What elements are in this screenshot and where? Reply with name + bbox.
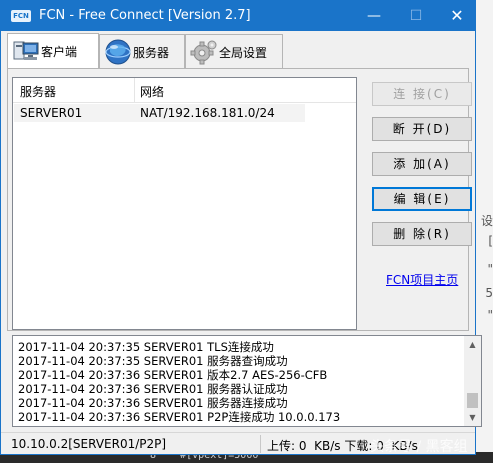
app-icon: FCN	[11, 10, 31, 22]
background-char: "	[487, 262, 493, 276]
column-header-server[interactable]: 服务器	[20, 83, 56, 100]
window-title: FCN - Free Connect [Version 2.7]	[39, 8, 251, 23]
scroll-up-arrow-icon[interactable]: ▲	[464, 336, 481, 353]
tab-label: 客户端	[41, 45, 78, 59]
server-name-cell: SERVER01	[20, 106, 83, 120]
tab-client[interactable]: 客户端	[7, 33, 99, 69]
table-row[interactable]: SERVER01 NAT/192.168.181.0/24	[14, 104, 305, 122]
connection-status: 10.10.0.2[SERVER01/P2P]	[11, 437, 167, 451]
connect-button[interactable]: 连 接(C)	[372, 82, 472, 106]
disconnect-button[interactable]: 断 开(D)	[372, 117, 472, 141]
server-list-header: 服务器 网络	[13, 78, 356, 103]
background-char: 设	[480, 214, 493, 228]
client-computer-icon	[13, 41, 39, 60]
delete-button[interactable]: 删 除(R)	[372, 222, 472, 246]
background-char: 5	[485, 286, 493, 300]
fcn-window: FCN FCN - Free Connect [Version 2.7] — ☐…	[0, 0, 482, 455]
maximize-button[interactable]: ☐	[396, 1, 436, 31]
server-list[interactable]: 服务器 网络 SERVER01 NAT/192.168.181.0/24	[12, 77, 357, 330]
title-bar[interactable]: FCN FCN - Free Connect [Version 2.7] — ☐…	[1, 1, 475, 31]
tab-global-settings[interactable]: 全局设置	[185, 34, 283, 68]
background-char: "	[487, 308, 493, 322]
log-output[interactable]: 2017-11-04 20:37:35 SERVER01 TLS连接成功 201…	[12, 335, 482, 427]
scroll-thumb[interactable]	[467, 393, 478, 408]
log-scrollbar[interactable]: ▲ ▼	[464, 336, 481, 426]
project-homepage-link[interactable]: FCN项目主页	[386, 271, 458, 288]
minimize-button[interactable]: —	[354, 1, 394, 31]
tab-label: 全局设置	[219, 46, 268, 60]
server-globe-icon	[105, 39, 131, 65]
settings-gear-icon	[190, 40, 217, 65]
edit-button[interactable]: 编 辑(E)	[372, 187, 472, 211]
tab-strip: 客户端 服务器 全局设置	[7, 33, 467, 69]
tab-label: 服务器	[133, 46, 170, 60]
watermark: 头条号 / 黑客组	[370, 439, 468, 455]
column-header-network[interactable]: 网络	[140, 83, 164, 100]
close-button[interactable]: ✕	[437, 1, 477, 31]
log-line: 2017-11-04 20:37:36 SERVER01 P2P连接成功 10.…	[18, 410, 341, 424]
status-divider	[260, 435, 261, 453]
tab-server[interactable]: 服务器	[99, 34, 185, 68]
add-button[interactable]: 添 加(A)	[372, 152, 472, 176]
column-divider[interactable]	[134, 78, 135, 102]
scroll-down-arrow-icon[interactable]: ▼	[464, 409, 481, 426]
network-cell: NAT/192.168.181.0/24	[140, 106, 275, 120]
background-char: [	[488, 234, 493, 248]
